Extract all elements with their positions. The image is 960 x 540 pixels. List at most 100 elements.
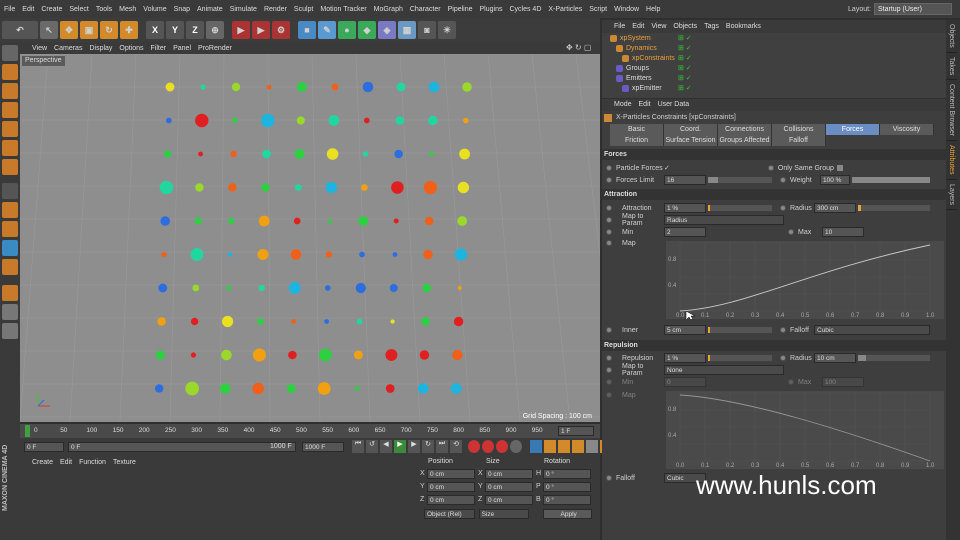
enable-axis-icon[interactable] <box>2 183 18 199</box>
viewport-menu-item-5[interactable]: Panel <box>173 45 191 52</box>
help-icon[interactable] <box>510 440 522 453</box>
key-position-icon[interactable] <box>530 440 542 453</box>
menu-item-0[interactable]: File <box>4 6 15 13</box>
attraction-map-spline-graph[interactable]: 0.8 0.4 0.0 0.1 0.2 0.3 0.4 0.5 0.6 0.7 0.8 0.9 1.0 <box>666 241 944 319</box>
anim-dot-icon[interactable] <box>780 205 786 211</box>
snap-icon[interactable] <box>2 221 18 237</box>
polygons-mode-icon[interactable] <box>2 159 18 175</box>
key-pla-icon[interactable] <box>586 440 598 453</box>
coord-value-field[interactable]: 0 cm <box>485 468 533 479</box>
workplane-icon[interactable] <box>2 102 18 118</box>
anim-dot-icon[interactable] <box>606 240 612 246</box>
coord-value-field[interactable]: 0 cm <box>427 481 475 492</box>
scale-icon[interactable]: ▣ <box>80 21 98 39</box>
weight-field[interactable]: 100 % <box>820 175 850 185</box>
key-scale-icon[interactable] <box>544 440 556 453</box>
repulsion-map-to-param-dropdown[interactable]: None <box>664 365 784 375</box>
anim-dot-icon[interactable] <box>606 379 612 385</box>
coord-value-field[interactable]: 0 cm <box>427 494 475 505</box>
repulsion-min-field[interactable]: 0 <box>664 377 706 387</box>
inner-slider[interactable] <box>708 327 772 333</box>
spline-icon[interactable]: ✎ <box>318 21 336 39</box>
object-row[interactable]: xpEmitter ⊞ ✓ <box>602 83 946 93</box>
coord-size-dropdown[interactable]: Size <box>478 509 530 519</box>
right-tab-content-browser[interactable]: Content Browser <box>946 80 957 142</box>
anim-dot-icon[interactable] <box>606 165 612 171</box>
attraction-slider[interactable] <box>708 205 772 211</box>
anim-dot-icon[interactable] <box>606 229 612 235</box>
material-menu-item-2[interactable]: Function <box>79 459 106 466</box>
object-row[interactable]: xpSystem ⊞ ✓ <box>602 33 946 43</box>
menu-item-21[interactable]: Help <box>646 6 660 13</box>
menu-item-20[interactable]: Window <box>614 6 639 13</box>
menu-item-13[interactable]: MoGraph <box>374 6 403 13</box>
goto-start-icon[interactable]: ⏮ <box>352 440 364 453</box>
viewport-menu-item-1[interactable]: Cameras <box>54 45 82 52</box>
z-axis-icon[interactable]: Z <box>186 21 204 39</box>
floor-icon[interactable]: ▦ <box>398 21 416 39</box>
coord-system-icon[interactable]: ⊕ <box>206 21 224 39</box>
anim-dot-icon[interactable] <box>606 205 612 211</box>
menu-item-12[interactable]: Motion Tracker <box>320 6 366 13</box>
repulsion-radius-field[interactable]: 10 cm <box>814 353 856 363</box>
object-menu-item-3[interactable]: Objects <box>673 23 697 30</box>
menu-item-17[interactable]: Cycles 4D <box>509 6 541 13</box>
visibility-check-icon[interactable]: ⊞ ✓ <box>678 44 692 52</box>
cube-icon[interactable]: ■ <box>298 21 316 39</box>
max-field[interactable]: 10 <box>822 227 864 237</box>
menu-item-3[interactable]: Select <box>69 6 88 13</box>
next-key-icon[interactable]: ↻ <box>422 440 434 453</box>
viewport-menu-item-0[interactable]: View <box>32 45 47 52</box>
viewport-3d[interactable]: Perspective Grid Spacing : 100 cm <box>20 54 600 422</box>
object-name[interactable]: xpSystem <box>620 35 680 42</box>
move-icon[interactable]: ✥ <box>60 21 78 39</box>
attribute-menu-item-0[interactable]: Mode <box>614 101 632 109</box>
coord-value-field[interactable]: 0 ° <box>543 481 591 492</box>
anim-dot-icon[interactable] <box>606 217 612 223</box>
anim-dot-icon[interactable] <box>780 355 786 361</box>
rotate-icon[interactable]: ↻ <box>100 21 118 39</box>
record-icon[interactable] <box>468 440 480 453</box>
locked-workplane-icon[interactable] <box>2 259 18 275</box>
weight-slider[interactable] <box>852 177 930 183</box>
grid-icon[interactable] <box>2 304 18 320</box>
tab-coord-[interactable]: Coord. <box>664 124 718 135</box>
visibility-check-icon[interactable]: ⊞ ✓ <box>678 54 692 62</box>
coord-value-field[interactable]: 0 ° <box>543 494 591 505</box>
right-tab-takes[interactable]: Takes <box>946 53 957 81</box>
prev-frame-icon[interactable]: ◀ <box>380 440 392 453</box>
edges-mode-icon[interactable] <box>2 140 18 156</box>
anim-dot-icon[interactable] <box>606 475 612 481</box>
object-menu-item-0[interactable]: File <box>614 23 625 30</box>
autokey-icon[interactable] <box>482 440 494 453</box>
right-tab-objects[interactable]: Objects <box>946 20 957 53</box>
layers-icon[interactable] <box>2 323 18 339</box>
y-axis-icon[interactable]: Y <box>166 21 184 39</box>
coord-value-field[interactable]: 0 ° <box>543 468 591 479</box>
make-editable-icon[interactable] <box>2 45 18 61</box>
add-icon[interactable]: ✚ <box>120 21 138 39</box>
tab-viscosity[interactable]: Viscosity <box>880 124 934 135</box>
menu-item-7[interactable]: Snap <box>174 6 190 13</box>
visibility-check-icon[interactable]: ⊞ ✓ <box>678 64 692 72</box>
x-axis-icon[interactable]: X <box>146 21 164 39</box>
object-row[interactable]: Dynamics ⊞ ✓ <box>602 43 946 53</box>
layout-selector[interactable]: Layout: Startup (User) <box>848 3 952 15</box>
key-rotation-icon[interactable] <box>558 440 570 453</box>
tab-basic[interactable]: Basic <box>610 124 664 135</box>
anim-dot-icon[interactable] <box>788 379 794 385</box>
menu-item-5[interactable]: Mesh <box>119 6 136 13</box>
select-icon[interactable]: ↖ <box>40 21 58 39</box>
viewport-menu-item-2[interactable]: Display <box>89 45 112 52</box>
anim-dot-icon[interactable] <box>767 165 774 171</box>
start-frame-field[interactable]: 0 F <box>24 442 64 452</box>
current-frame-field[interactable]: 0 F <box>68 442 296 452</box>
goto-end-icon[interactable]: ⏭ <box>436 440 448 453</box>
object-menu-item-4[interactable]: Tags <box>704 23 719 30</box>
play-icon[interactable]: ▶ <box>394 440 406 453</box>
next-frame-icon[interactable]: ▶ <box>408 440 420 453</box>
menu-item-1[interactable]: Edit <box>22 6 34 13</box>
anim-dot-icon[interactable] <box>606 177 612 183</box>
layout-dropdown[interactable]: Startup (User) <box>874 3 952 15</box>
only-same-group-checkbox[interactable] <box>836 165 843 171</box>
